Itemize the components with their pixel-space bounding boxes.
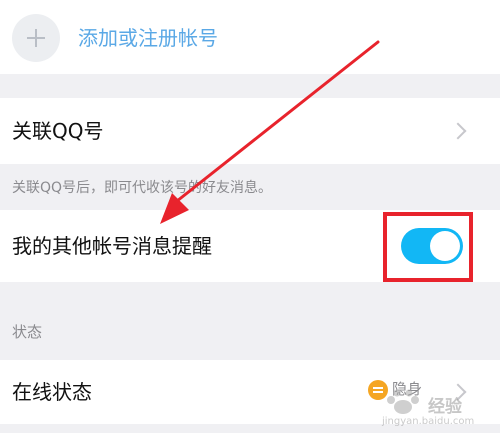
other-account-remind-label: 我的其他帐号消息提醒 bbox=[12, 234, 212, 258]
add-account-label: 添加或注册帐号 bbox=[78, 26, 218, 50]
paw-icon bbox=[387, 389, 419, 414]
link-qq-row[interactable]: 关联QQ号 bbox=[0, 98, 500, 164]
baidu-watermark: 经验 jingyan.baidu.com bbox=[380, 388, 498, 432]
status-section-title: 状态 bbox=[12, 323, 43, 341]
online-status-label: 在线状态 bbox=[12, 380, 92, 404]
red-highlight-box bbox=[383, 212, 473, 282]
watermark-url: jingyan.baidu.com bbox=[382, 416, 475, 427]
link-qq-label: 关联QQ号 bbox=[12, 119, 104, 143]
chevron-right-icon bbox=[449, 122, 467, 140]
add-account-row[interactable]: 添加或注册帐号 bbox=[0, 0, 500, 74]
link-qq-hint: 关联QQ号后，即可代收该号的好友消息。 bbox=[12, 180, 273, 196]
watermark-text: 经验 bbox=[428, 397, 462, 417]
add-icon bbox=[12, 14, 60, 62]
